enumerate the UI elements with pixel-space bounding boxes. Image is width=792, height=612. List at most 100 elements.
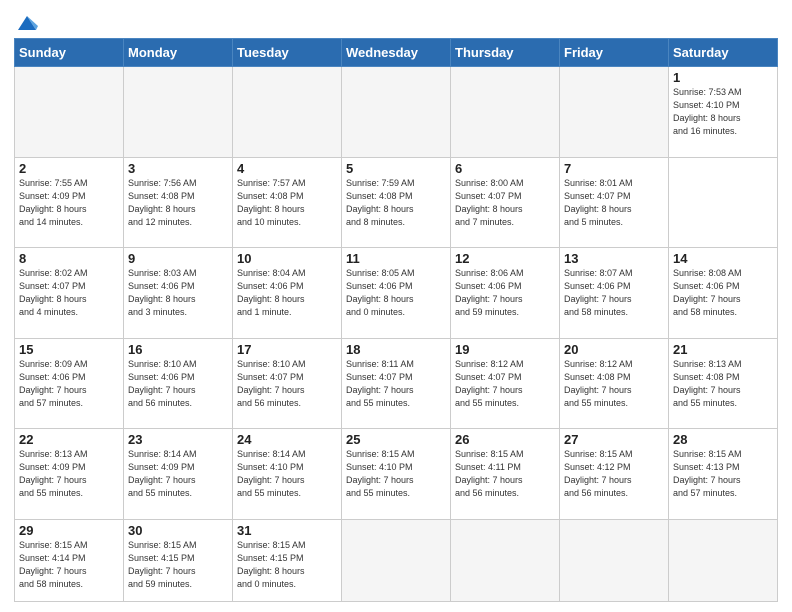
day-number: 1 xyxy=(673,70,773,85)
day-info: Sunrise: 7:59 AM Sunset: 4:08 PM Dayligh… xyxy=(346,178,415,227)
calendar-cell-12: 12 Sunrise: 8:06 AM Sunset: 4:06 PM Dayli… xyxy=(451,248,560,339)
day-info: Sunrise: 8:15 AM Sunset: 4:15 PM Dayligh… xyxy=(128,540,197,589)
day-info: Sunrise: 8:15 AM Sunset: 4:12 PM Dayligh… xyxy=(564,449,633,498)
calendar-week-3: 8Sunrise: 8:02 AM Sunset: 4:07 PM Daylig… xyxy=(15,248,778,339)
header xyxy=(14,10,778,30)
day-number: 16 xyxy=(128,342,228,357)
day-header-tuesday: Tuesday xyxy=(233,39,342,67)
calendar-cell-empty xyxy=(342,67,451,158)
calendar-cell-17: 17 Sunrise: 8:10 AM Sunset: 4:07 PM Dayli… xyxy=(233,338,342,429)
day-info: Sunrise: 8:15 AM Sunset: 4:13 PM Dayligh… xyxy=(673,449,742,498)
calendar-cell-14: 14 Sunrise: 8:08 AM Sunset: 4:06 PM Dayli… xyxy=(669,248,778,339)
calendar-cell-empty xyxy=(124,67,233,158)
day-info: Sunrise: 8:15 AM Sunset: 4:15 PM Dayligh… xyxy=(237,540,306,589)
calendar-cell-23: 23 Sunrise: 8:14 AM Sunset: 4:09 PM Dayli… xyxy=(124,429,233,520)
calendar-cell-3: 3 Sunrise: 7:56 AM Sunset: 4:08 PM Daylig… xyxy=(124,157,233,248)
day-number: 28 xyxy=(673,432,773,447)
day-number: 6 xyxy=(455,161,555,176)
day-number: 27 xyxy=(564,432,664,447)
calendar-header-row: SundayMondayTuesdayWednesdayThursdayFrid… xyxy=(15,39,778,67)
calendar-cell-4: 4Sunrise: 7:57 AM Sunset: 4:08 PM Daylig… xyxy=(233,157,342,248)
day-number: 12 xyxy=(455,251,555,266)
day-header-friday: Friday xyxy=(560,39,669,67)
calendar-cell-15: 15 Sunrise: 8:09 AM Sunset: 4:06 PM Dayli… xyxy=(15,338,124,429)
day-number: 2 xyxy=(19,161,119,176)
day-number: 22 xyxy=(19,432,119,447)
day-info: Sunrise: 8:09 AM Sunset: 4:06 PM Dayligh… xyxy=(19,359,88,408)
calendar-cell-empty xyxy=(560,519,669,601)
day-info: Sunrise: 8:13 AM Sunset: 4:08 PM Dayligh… xyxy=(673,359,742,408)
day-info: Sunrise: 8:10 AM Sunset: 4:06 PM Dayligh… xyxy=(128,359,197,408)
calendar-cell-13: 13 Sunrise: 8:07 AM Sunset: 4:06 PM Dayli… xyxy=(560,248,669,339)
day-info: Sunrise: 8:13 AM Sunset: 4:09 PM Dayligh… xyxy=(19,449,88,498)
day-number: 23 xyxy=(128,432,228,447)
day-info: Sunrise: 8:03 AM Sunset: 4:06 PM Dayligh… xyxy=(128,268,197,317)
day-number: 14 xyxy=(673,251,773,266)
calendar-cell-29: 29Sunrise: 8:15 AM Sunset: 4:14 PM Dayli… xyxy=(15,519,124,601)
day-info: Sunrise: 8:01 AM Sunset: 4:07 PM Dayligh… xyxy=(564,178,633,227)
day-number: 20 xyxy=(564,342,664,357)
calendar-cell-6: 6Sunrise: 8:00 AM Sunset: 4:07 PM Daylig… xyxy=(451,157,560,248)
calendar-week-1: 1Sunrise: 7:53 AM Sunset: 4:10 PM Daylig… xyxy=(15,67,778,158)
calendar-week-5: 22 Sunrise: 8:13 AM Sunset: 4:09 PM Dayli… xyxy=(15,429,778,520)
day-info: Sunrise: 8:14 AM Sunset: 4:09 PM Dayligh… xyxy=(128,449,197,498)
day-info: Sunrise: 8:15 AM Sunset: 4:11 PM Dayligh… xyxy=(455,449,524,498)
day-info: Sunrise: 7:56 AM Sunset: 4:08 PM Dayligh… xyxy=(128,178,197,227)
calendar-cell-7: 7Sunrise: 8:01 AM Sunset: 4:07 PM Daylig… xyxy=(560,157,669,248)
day-number: 15 xyxy=(19,342,119,357)
day-header-sunday: Sunday xyxy=(15,39,124,67)
day-number: 18 xyxy=(346,342,446,357)
day-info: Sunrise: 8:10 AM Sunset: 4:07 PM Dayligh… xyxy=(237,359,306,408)
day-number: 29 xyxy=(19,523,119,538)
day-info: Sunrise: 8:12 AM Sunset: 4:07 PM Dayligh… xyxy=(455,359,524,408)
day-number: 10 xyxy=(237,251,337,266)
day-header-thursday: Thursday xyxy=(451,39,560,67)
day-number: 21 xyxy=(673,342,773,357)
day-info: Sunrise: 8:04 AM Sunset: 4:06 PM Dayligh… xyxy=(237,268,306,317)
day-info: Sunrise: 8:12 AM Sunset: 4:08 PM Dayligh… xyxy=(564,359,633,408)
calendar-cell-26: 26 Sunrise: 8:15 AM Sunset: 4:11 PM Dayli… xyxy=(451,429,560,520)
day-number: 17 xyxy=(237,342,337,357)
calendar-week-4: 15 Sunrise: 8:09 AM Sunset: 4:06 PM Dayli… xyxy=(15,338,778,429)
day-number: 3 xyxy=(128,161,228,176)
calendar-cell-18: 18 Sunrise: 8:11 AM Sunset: 4:07 PM Dayli… xyxy=(342,338,451,429)
calendar-cell-25: 25Sunrise: 8:15 AM Sunset: 4:10 PM Dayli… xyxy=(342,429,451,520)
day-number: 26 xyxy=(455,432,555,447)
calendar-cell-22: 22 Sunrise: 8:13 AM Sunset: 4:09 PM Dayli… xyxy=(15,429,124,520)
day-number: 19 xyxy=(455,342,555,357)
calendar-cell-24: 24Sunrise: 8:14 AM Sunset: 4:10 PM Dayli… xyxy=(233,429,342,520)
calendar-cell-28: 28 Sunrise: 8:15 AM Sunset: 4:13 PM Dayli… xyxy=(669,429,778,520)
day-info: Sunrise: 8:11 AM Sunset: 4:07 PM Dayligh… xyxy=(346,359,414,408)
day-info: Sunrise: 8:14 AM Sunset: 4:10 PM Dayligh… xyxy=(237,449,306,498)
day-info: Sunrise: 8:08 AM Sunset: 4:06 PM Dayligh… xyxy=(673,268,742,317)
calendar-cell-empty xyxy=(451,519,560,601)
day-header-saturday: Saturday xyxy=(669,39,778,67)
calendar-week-2: 2 Sunrise: 7:55 AM Sunset: 4:09 PM Daylig… xyxy=(15,157,778,248)
calendar-week-6: 29Sunrise: 8:15 AM Sunset: 4:14 PM Dayli… xyxy=(15,519,778,601)
day-number: 25 xyxy=(346,432,446,447)
calendar-cell-31: 31 Sunrise: 8:15 AM Sunset: 4:15 PM Dayli… xyxy=(233,519,342,601)
calendar-cell-19: 19 Sunrise: 8:12 AM Sunset: 4:07 PM Dayli… xyxy=(451,338,560,429)
day-info: Sunrise: 8:07 AM Sunset: 4:06 PM Dayligh… xyxy=(564,268,633,317)
day-number: 11 xyxy=(346,251,446,266)
calendar-cell-empty xyxy=(560,67,669,158)
logo-icon xyxy=(16,14,38,32)
day-info: Sunrise: 7:55 AM Sunset: 4:09 PM Dayligh… xyxy=(19,178,88,227)
day-info: Sunrise: 8:06 AM Sunset: 4:06 PM Dayligh… xyxy=(455,268,524,317)
day-info: Sunrise: 8:02 AM Sunset: 4:07 PM Dayligh… xyxy=(19,268,88,317)
day-info: Sunrise: 8:05 AM Sunset: 4:06 PM Dayligh… xyxy=(346,268,415,317)
calendar-cell-5: 5 Sunrise: 7:59 AM Sunset: 4:08 PM Daylig… xyxy=(342,157,451,248)
calendar-cell-empty xyxy=(15,67,124,158)
day-number: 5 xyxy=(346,161,446,176)
day-number: 31 xyxy=(237,523,337,538)
calendar-cell-empty xyxy=(669,519,778,601)
calendar-cell-11: 11 Sunrise: 8:05 AM Sunset: 4:06 PM Dayli… xyxy=(342,248,451,339)
day-header-monday: Monday xyxy=(124,39,233,67)
calendar-cell-27: 27 Sunrise: 8:15 AM Sunset: 4:12 PM Dayli… xyxy=(560,429,669,520)
calendar-cell-9: 9Sunrise: 8:03 AM Sunset: 4:06 PM Daylig… xyxy=(124,248,233,339)
calendar-cell-empty xyxy=(451,67,560,158)
calendar-table: SundayMondayTuesdayWednesdayThursdayFrid… xyxy=(14,38,778,602)
day-number: 13 xyxy=(564,251,664,266)
day-info: Sunrise: 7:57 AM Sunset: 4:08 PM Dayligh… xyxy=(237,178,306,227)
logo xyxy=(14,14,38,30)
